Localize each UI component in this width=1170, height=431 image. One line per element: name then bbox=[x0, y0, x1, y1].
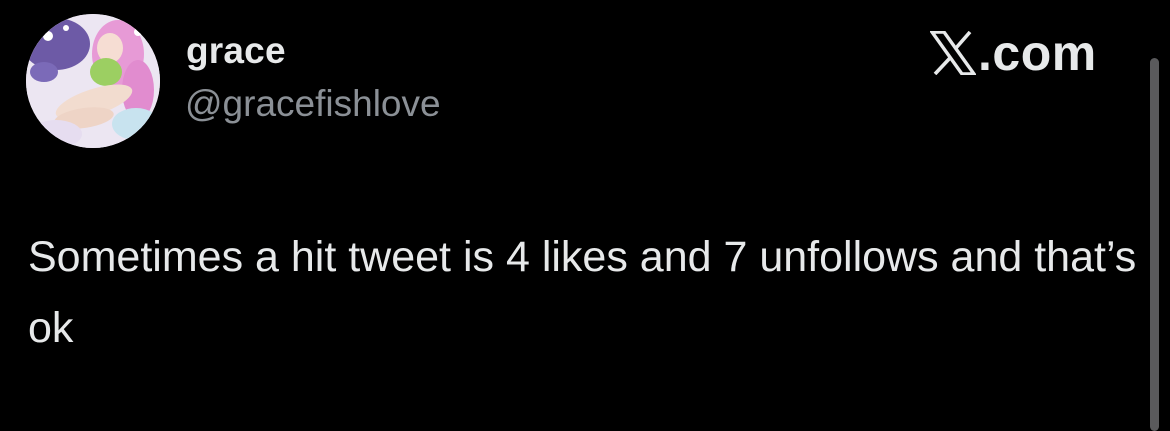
author-handle[interactable]: @gracefishlove bbox=[185, 83, 441, 125]
scrollbar[interactable] bbox=[1150, 58, 1159, 431]
tweet-text: Sometimes a hit tweet is 4 likes and 7 u… bbox=[28, 233, 1137, 352]
brand-watermark: .com bbox=[930, 25, 1097, 81]
brand-domain-text: .com bbox=[978, 25, 1097, 81]
author-display-name[interactable]: grace bbox=[186, 30, 286, 72]
tweet-card: grace @gracefishlove .com Sometimes a hi… bbox=[0, 0, 1170, 431]
avatar[interactable] bbox=[26, 14, 160, 148]
anime-avatar-icon bbox=[26, 14, 160, 148]
x-logo-icon bbox=[930, 31, 976, 75]
